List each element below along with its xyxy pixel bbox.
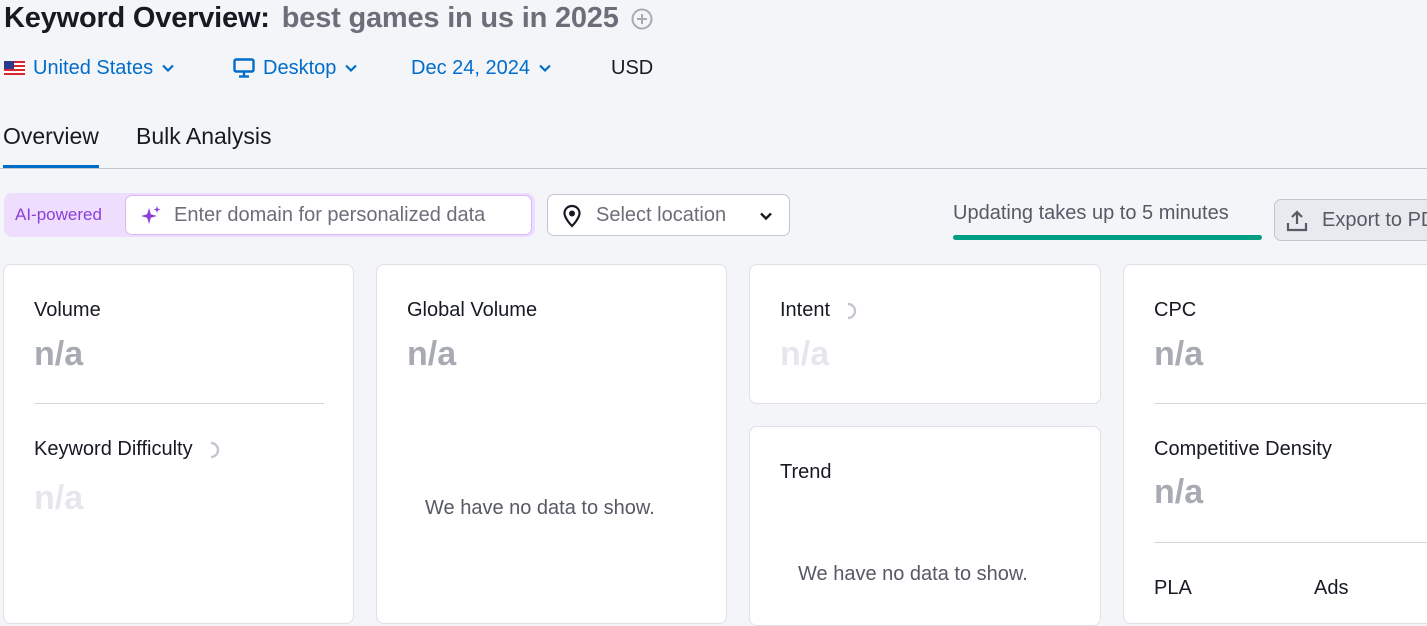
global-volume-value: n/a bbox=[407, 335, 457, 373]
keyword-difficulty-value: n/a bbox=[34, 479, 84, 517]
chevron-down-icon bbox=[760, 212, 772, 221]
desktop-icon bbox=[233, 58, 255, 78]
country-label: United States bbox=[33, 56, 154, 79]
volume-card: Volume n/a Keyword Difficulty n/a bbox=[3, 264, 354, 624]
trend-empty-text: We have no data to show. bbox=[798, 563, 1028, 585]
competitive-density-value: n/a bbox=[1154, 473, 1204, 511]
intent-text: Intent bbox=[780, 299, 831, 321]
intent-value: n/a bbox=[780, 335, 830, 373]
chevron-down-icon bbox=[162, 64, 174, 73]
export-label: Export to PDF bbox=[1322, 209, 1427, 231]
device-label: Desktop bbox=[263, 56, 337, 79]
cpc-value: n/a bbox=[1154, 335, 1204, 373]
device-select[interactable]: Desktop bbox=[233, 57, 358, 80]
add-circle-icon[interactable] bbox=[631, 8, 653, 30]
country-select[interactable]: United States bbox=[4, 57, 175, 80]
ai-powered-badge: AI-powered bbox=[15, 205, 102, 224]
date-select[interactable]: Dec 24, 2024 bbox=[411, 57, 552, 80]
ads-label: Ads bbox=[1314, 577, 1349, 599]
loading-spinner-icon bbox=[210, 441, 219, 458]
location-select[interactable]: Select location bbox=[547, 194, 790, 236]
location-pin-icon bbox=[563, 204, 581, 228]
domain-input[interactable] bbox=[174, 202, 524, 228]
competitive-density-label: Competitive Density bbox=[1154, 438, 1332, 460]
card-divider bbox=[1154, 403, 1427, 404]
global-volume-card: Global Volume n/a We have no data to sho… bbox=[376, 264, 727, 624]
card-divider bbox=[1154, 542, 1427, 543]
location-placeholder: Select location bbox=[596, 204, 727, 226]
cpc-card: CPC n/a Competitive Density n/a PLA Ads bbox=[1123, 264, 1427, 624]
chevron-down-icon bbox=[539, 64, 551, 73]
global-volume-empty-text: We have no data to show. bbox=[425, 497, 655, 519]
global-volume-label: Global Volume bbox=[407, 299, 538, 321]
date-label: Dec 24, 2024 bbox=[411, 56, 530, 79]
currency-label: USD bbox=[611, 56, 654, 79]
us-flag-icon bbox=[4, 61, 25, 75]
keyword-difficulty-label: Keyword Difficulty bbox=[34, 438, 223, 461]
loading-spinner-icon bbox=[847, 302, 857, 319]
domain-input-wrapper[interactable] bbox=[125, 195, 532, 235]
card-divider bbox=[34, 403, 324, 404]
trend-card: Trend We have no data to show. bbox=[749, 426, 1101, 626]
volume-label: Volume bbox=[34, 299, 101, 321]
ai-domain-box: AI-powered bbox=[4, 193, 535, 237]
tab-bar: Overview Bulk Analysis bbox=[0, 120, 1427, 169]
export-pdf-button[interactable]: Export to PDF bbox=[1274, 199, 1427, 241]
volume-value: n/a bbox=[34, 335, 84, 373]
page-title-label: Keyword Overview: bbox=[4, 2, 270, 34]
intent-label: Intent bbox=[780, 299, 860, 322]
chevron-down-icon bbox=[345, 64, 358, 73]
tab-bulk-analysis[interactable]: Bulk Analysis bbox=[136, 123, 272, 150]
update-status-text: Updating takes up to 5 minutes bbox=[953, 202, 1229, 224]
upload-icon bbox=[1286, 210, 1308, 232]
update-progress-bar bbox=[953, 235, 1262, 240]
cpc-label: CPC bbox=[1154, 299, 1197, 321]
page-title: Keyword Overview: best games in us in 20… bbox=[4, 2, 653, 35]
keyword-text: best games in us in 2025 bbox=[281, 2, 619, 34]
pla-label: PLA bbox=[1154, 577, 1192, 599]
tab-overview[interactable]: Overview bbox=[3, 123, 99, 168]
intent-card: Intent n/a bbox=[749, 264, 1101, 404]
trend-label: Trend bbox=[780, 461, 832, 483]
sparkle-icon bbox=[141, 206, 161, 224]
keyword-difficulty-text: Keyword Difficulty bbox=[34, 438, 193, 460]
